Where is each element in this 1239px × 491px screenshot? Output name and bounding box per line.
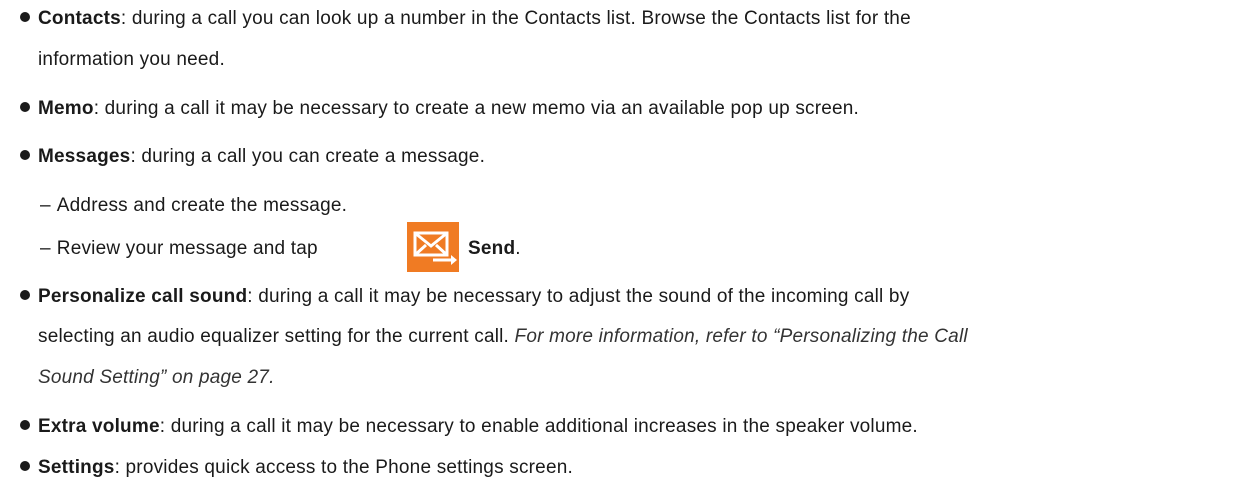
list-item-messages: Messages: during a call you can create a…	[0, 145, 485, 169]
desc-settings: : provides quick access to the Phone set…	[114, 457, 573, 478]
dash: –	[40, 238, 51, 259]
list-item-memo: Memo: during a call it may be necessary …	[0, 97, 859, 121]
term-memo: Memo	[38, 98, 94, 119]
bullet-icon	[20, 290, 30, 300]
desc-messages: : during a call you can create a message…	[130, 146, 486, 167]
desc-extra-volume: : during a call it may be necessary to e…	[159, 416, 918, 437]
term-settings: Settings	[38, 457, 115, 478]
send-suffix: .	[515, 238, 521, 259]
list-item-personalize-cont: selecting an audio equalizer setting for…	[0, 325, 968, 349]
envelope-arrow-icon	[407, 222, 459, 272]
term-contacts: Contacts	[38, 8, 121, 29]
sub-step-text: Address and create the message.	[56, 195, 348, 216]
send-label-wrap: Send.	[468, 237, 521, 261]
dash: –	[40, 195, 51, 216]
manual-page: Contacts: during a call you can look up …	[0, 0, 1239, 491]
desc-contacts-line1: : during a call you can look up a number…	[120, 8, 911, 29]
desc-memo: : during a call it may be necessary to c…	[93, 98, 860, 119]
list-item-personalize-ref: Sound Setting” on page 27.	[0, 366, 275, 390]
bullet-icon	[20, 461, 30, 471]
send-label: Send	[468, 238, 516, 259]
bullet-icon	[20, 420, 30, 430]
send-message-icon	[407, 222, 459, 272]
bullet-icon	[20, 12, 30, 22]
list-item-settings: Settings: provides quick access to the P…	[0, 456, 573, 480]
sub-step-text: Review your message and tap	[56, 238, 318, 259]
list-item-personalize: Personalize call sound: during a call it…	[0, 285, 909, 309]
bullet-icon	[20, 102, 30, 112]
bullet-icon	[20, 150, 30, 160]
ref-personalize-line3: Sound Setting” on page 27.	[38, 367, 275, 388]
sub-step-review: – Review your message and tap	[0, 237, 318, 261]
list-item-contacts: Contacts: during a call you can look up …	[0, 7, 911, 31]
desc-personalize-line1: : during a call it may be necessary to a…	[247, 286, 910, 307]
sub-step-address: – Address and create the message.	[0, 194, 347, 218]
ref-personalize-line2: For more information, refer to “Personal…	[514, 326, 968, 347]
list-item-extra-volume: Extra volume: during a call it may be ne…	[0, 415, 918, 439]
term-personalize: Personalize call sound	[38, 286, 248, 307]
term-messages: Messages	[38, 146, 131, 167]
list-item-contacts-cont: information you need.	[0, 48, 225, 72]
desc-contacts-line2: information you need.	[38, 49, 225, 70]
term-extra-volume: Extra volume	[38, 416, 160, 437]
desc-personalize-line2: selecting an audio equalizer setting for…	[38, 326, 510, 347]
